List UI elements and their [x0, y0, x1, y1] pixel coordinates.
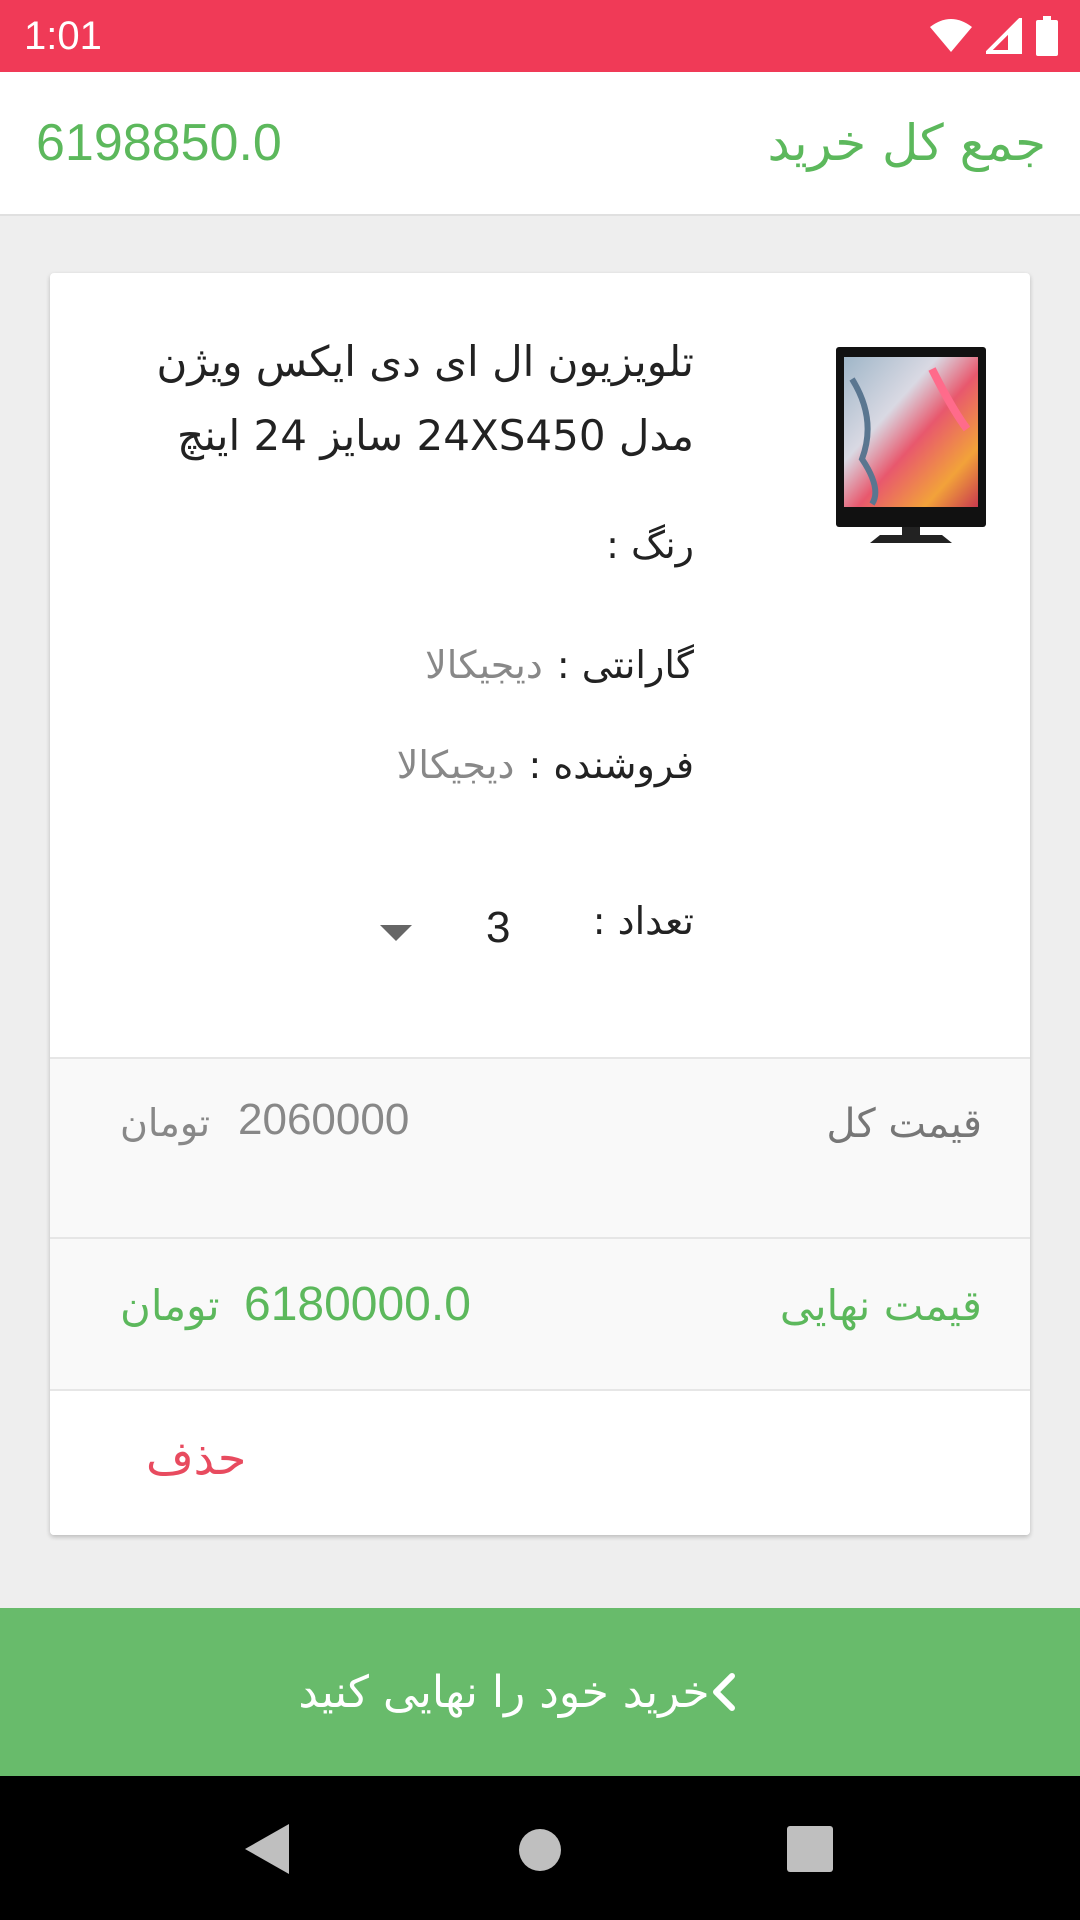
dropdown-arrow-icon — [380, 925, 412, 941]
final-price-label: قیمت نهایی — [779, 1281, 982, 1330]
recents-icon[interactable] — [787, 1826, 833, 1876]
status-bar: 1:01 — [0, 0, 1080, 72]
cart-total-title: جمع کل خرید — [767, 114, 1046, 172]
total-price-currency: تومان — [120, 1101, 211, 1145]
final-price-currency: تومان — [120, 1281, 220, 1330]
tv-product-image[interactable] — [782, 339, 990, 549]
total-price-section: قیمت کل 2060000 تومان — [50, 1057, 1030, 1237]
final-price-value: 6180000.0 — [244, 1278, 471, 1331]
seller-label: فروشنده : — [528, 743, 694, 787]
warranty-row: گارانتی : دیجیکالا — [425, 643, 694, 687]
cart-total-amount: 6198850.0 — [36, 114, 282, 172]
status-icons — [930, 16, 1058, 56]
delete-button[interactable]: حذف — [146, 1431, 246, 1485]
quantity-label: تعداد : — [592, 899, 694, 943]
chevron-left-icon — [710, 1672, 736, 1712]
total-price-value: 2060000 — [238, 1095, 410, 1144]
color-row: رنگ : — [592, 523, 694, 567]
quantity-spinner[interactable]: 3 — [320, 885, 540, 975]
cart-summary-bar: 6198850.0 جمع کل خرید — [0, 72, 1080, 216]
delete-section: حذف — [50, 1389, 1030, 1535]
seller-row: فروشنده : دیجیکالا — [397, 743, 694, 787]
quantity-row: تعداد : — [593, 899, 694, 943]
cart-item-card: تلویزیون ال ای دی ایکس ویژن مدل 24XS450 … — [50, 273, 1030, 1535]
checkout-label: خرید خود را نهایی کنید — [298, 1666, 710, 1718]
home-icon[interactable] — [518, 1828, 562, 1876]
total-price-label: قیمت کل — [826, 1101, 982, 1147]
navigation-bar — [0, 1776, 1080, 1920]
product-name: تلویزیون ال ای دی ایکس ویژن مدل 24XS450 … — [156, 337, 694, 460]
final-price-section: قیمت نهایی 6180000.0 تومان — [50, 1237, 1030, 1389]
quantity-value: 3 — [486, 903, 511, 952]
warranty-label: گارانتی : — [556, 643, 694, 687]
color-label: رنگ : — [606, 523, 694, 567]
back-icon[interactable] — [245, 1824, 289, 1878]
cellular-signal-icon — [986, 18, 1022, 54]
status-time: 1:01 — [24, 13, 102, 58]
seller-value: دیجیکالا — [396, 743, 515, 787]
checkout-button[interactable]: خرید خود را نهایی کنید — [0, 1608, 1080, 1776]
warranty-value: دیجیکالا — [425, 643, 543, 687]
battery-icon — [1036, 16, 1058, 56]
wifi-icon — [930, 19, 972, 53]
